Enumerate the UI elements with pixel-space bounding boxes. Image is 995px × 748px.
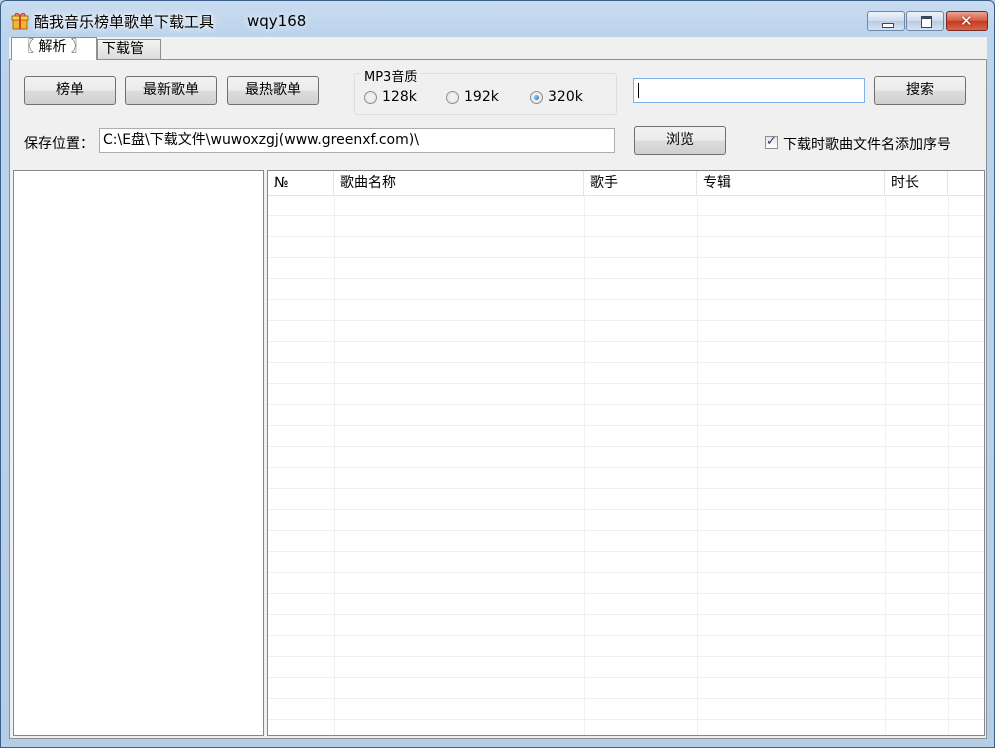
grid-row bbox=[268, 258, 984, 279]
save-location-label: 保存位置： bbox=[24, 136, 94, 152]
radio-320k-circle bbox=[530, 91, 543, 104]
grid-row bbox=[268, 321, 984, 342]
grid-row bbox=[268, 720, 984, 735]
grid-column-line bbox=[885, 195, 886, 735]
window-title: 酷我音乐榜单歌单下载工具 bbox=[34, 13, 215, 31]
column-header-artist[interactable]: 歌手 bbox=[584, 171, 697, 195]
column-header-number[interactable]: № bbox=[268, 171, 334, 195]
grid-column-line bbox=[948, 195, 949, 735]
close-button[interactable]: ✕ bbox=[946, 11, 988, 31]
tab-download-manager[interactable]: 下载管理 bbox=[97, 39, 161, 76]
tab-page-parse: 榜单 最新歌单 最热歌单 MP3音质 128k 192k 320k 搜索 保存位… bbox=[9, 59, 987, 739]
radio-128k-circle bbox=[364, 91, 377, 104]
column-header-duration[interactable]: 时长 bbox=[885, 171, 948, 195]
column-header-song-name[interactable]: 歌曲名称 bbox=[334, 171, 584, 195]
save-path-field[interactable]: C:\E盘\下载文件\wuwoxzgj(www.greenxf.com)\ bbox=[99, 128, 615, 153]
tab-strip: 〖 解析 〗 下载管理 bbox=[9, 37, 987, 76]
search-caret bbox=[638, 83, 639, 98]
grid-row bbox=[268, 657, 984, 678]
grid-row bbox=[268, 447, 984, 468]
grid-column-line bbox=[584, 195, 585, 735]
close-icon: ✕ bbox=[960, 12, 973, 30]
column-header-album[interactable]: 专辑 bbox=[697, 171, 885, 195]
grid-row bbox=[268, 426, 984, 447]
title-bar[interactable]: 酷我音乐榜单歌单下载工具 wqy168 ✕ bbox=[1, 1, 994, 37]
minimize-icon bbox=[882, 23, 894, 28]
client-area: 〖 解析 〗 下载管理 榜单 最新歌单 最热歌单 MP3音质 128k 192k bbox=[9, 37, 987, 739]
check-icon: ✓ bbox=[766, 134, 777, 149]
search-button[interactable]: 搜索 bbox=[874, 76, 966, 105]
newest-playlist-button[interactable]: 最新歌单 bbox=[125, 76, 217, 105]
chart-button[interactable]: 榜单 bbox=[24, 76, 116, 105]
hottest-playlist-button[interactable]: 最热歌单 bbox=[227, 76, 319, 105]
radio-128k-label: 128k bbox=[382, 89, 417, 105]
grid-row bbox=[268, 237, 984, 258]
playlist-tree-panel[interactable] bbox=[13, 170, 264, 736]
grid-column-line bbox=[334, 195, 335, 735]
search-input[interactable] bbox=[633, 78, 865, 103]
maximize-icon bbox=[921, 16, 932, 28]
grid-row bbox=[268, 510, 984, 531]
grid-row bbox=[268, 552, 984, 573]
grid-row bbox=[268, 615, 984, 636]
grid-row bbox=[268, 636, 984, 657]
grid-column-line bbox=[697, 195, 698, 735]
tab-parse[interactable]: 〖 解析 〗 bbox=[11, 37, 97, 60]
minimize-button[interactable] bbox=[867, 11, 905, 31]
grid-row bbox=[268, 531, 984, 552]
song-list[interactable]: № 歌曲名称 歌手 专辑 时长 bbox=[267, 170, 985, 736]
mp3-quality-group: MP3音质 128k 192k 320k bbox=[354, 66, 617, 115]
grid-row bbox=[268, 468, 984, 489]
grid-row bbox=[268, 279, 984, 300]
grid-row bbox=[268, 216, 984, 237]
grid-row bbox=[268, 573, 984, 594]
radio-192k-circle bbox=[446, 91, 459, 104]
grid-row bbox=[268, 342, 984, 363]
app-icon bbox=[11, 12, 29, 30]
grid-row bbox=[268, 363, 984, 384]
grid-row bbox=[268, 489, 984, 510]
grid-row bbox=[268, 699, 984, 720]
mp3-quality-legend: MP3音质 bbox=[361, 66, 421, 85]
add-sequence-checkbox[interactable]: ✓ bbox=[765, 134, 778, 149]
grid-row bbox=[268, 594, 984, 615]
song-list-header: № 歌曲名称 歌手 专辑 时长 bbox=[268, 171, 984, 196]
radio-320k-label: 320k bbox=[548, 89, 583, 105]
grid-row bbox=[268, 300, 984, 321]
browse-button[interactable]: 浏览 bbox=[634, 126, 726, 155]
grid-row bbox=[268, 195, 984, 216]
grid-row bbox=[268, 678, 984, 699]
main-window: 酷我音乐榜单歌单下载工具 wqy168 ✕ 〖 解析 〗 下载管理 榜单 最新歌… bbox=[0, 0, 995, 748]
grid-row bbox=[268, 384, 984, 405]
window-user: wqy168 bbox=[247, 12, 307, 30]
grid-row bbox=[268, 405, 984, 426]
maximize-button[interactable] bbox=[906, 11, 944, 31]
add-sequence-label[interactable]: 下载时歌曲文件名添加序号 bbox=[783, 134, 951, 154]
radio-192k-label: 192k bbox=[464, 89, 499, 105]
